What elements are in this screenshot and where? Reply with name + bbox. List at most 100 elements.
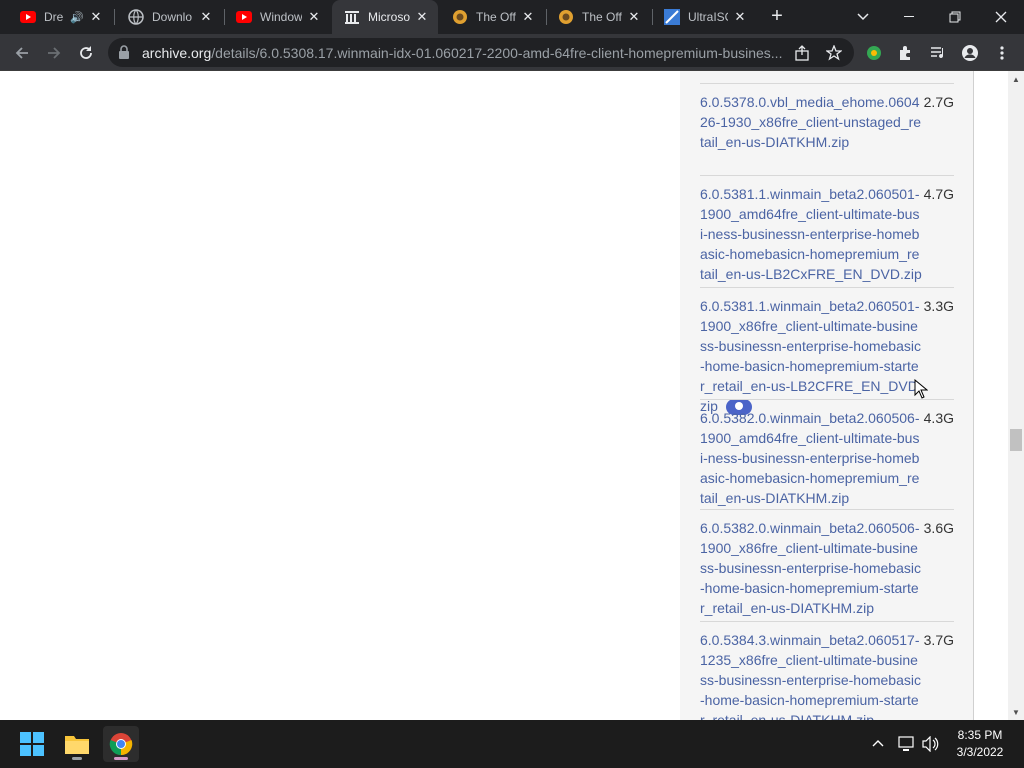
arrow-right-icon	[48, 47, 61, 59]
tab-youtube-2[interactable]: Window ✕	[224, 0, 330, 34]
close-window-button[interactable]	[978, 0, 1024, 34]
media-control-button[interactable]	[924, 39, 952, 67]
file-size: 4.3G	[923, 410, 954, 426]
file-row: 6.0.5382.0.winmain_beta2.060506-1900_amd…	[700, 399, 954, 509]
globe-icon	[128, 9, 144, 25]
file-size: 3.6G	[923, 520, 954, 536]
chrome-menu-button[interactable]	[988, 39, 1016, 67]
profile-button[interactable]	[956, 39, 984, 67]
bookmark-button[interactable]	[820, 39, 848, 67]
close-tab-icon[interactable]: ✕	[88, 9, 104, 25]
vertical-scrollbar[interactable]: ▲ ▼	[1008, 71, 1024, 720]
close-tab-icon[interactable]: ✕	[520, 9, 536, 25]
volume-button[interactable]	[922, 735, 940, 755]
folder-icon	[65, 736, 89, 754]
close-tab-icon[interactable]: ✕	[732, 9, 748, 25]
close-tab-icon[interactable]: ✕	[414, 9, 430, 25]
arrow-left-icon	[15, 47, 28, 59]
file-explorer-button[interactable]	[59, 726, 95, 762]
start-button[interactable]	[14, 726, 50, 762]
extension-colorful-icon	[867, 46, 881, 60]
scroll-down-arrow-icon[interactable]: ▼	[1008, 704, 1024, 720]
back-button[interactable]	[8, 39, 36, 67]
url-path: /details/6.0.5308.17.winmain-idx-01.0602…	[211, 45, 783, 61]
chrome-taskbar-button[interactable]	[103, 726, 139, 762]
clock-date: 3/3/2022	[956, 745, 1004, 759]
avatar-icon	[962, 45, 978, 61]
chrome-ish-icon	[558, 9, 574, 25]
tab-the-office-2[interactable]: The Off ✕	[546, 0, 650, 34]
tab-microsoft-active[interactable]: Microso ✕	[332, 0, 438, 34]
download-files-panel: 6.0.5378.0.vbl_media_ehome.0604 26-1930_…	[680, 71, 974, 720]
file-size: 3.3G	[923, 298, 954, 314]
file-size: 2.7G	[923, 94, 954, 110]
file-row: 6.0.5381.1.winmain_beta2.060501-1900_amd…	[700, 175, 954, 287]
ultraiso-icon	[664, 9, 680, 25]
close-tab-icon[interactable]: ✕	[198, 9, 214, 25]
chrome-ish-icon	[452, 9, 468, 25]
tab-title: The Off	[582, 10, 622, 24]
minimize-icon	[904, 16, 914, 17]
forward-button[interactable]	[40, 39, 68, 67]
youtube-icon	[236, 9, 252, 25]
file-link[interactable]: 6.0.5384.3.winmain_beta2.060517-1235_x86…	[700, 630, 922, 720]
reload-button[interactable]	[72, 39, 100, 67]
share-button[interactable]	[788, 39, 816, 67]
file-link[interactable]: 6.0.5382.0.winmain_beta2.060506-1900_x86…	[700, 518, 922, 618]
speaker-icon[interactable]: 🔊	[70, 11, 84, 24]
tab-ultraiso[interactable]: UltraISO ✕	[652, 0, 756, 34]
extensions-menu-button[interactable]	[892, 39, 920, 67]
file-link[interactable]: 6.0.5381.1.winmain_beta2.060501-1900_x86…	[700, 298, 922, 414]
windows-logo-icon	[20, 732, 44, 756]
file-link[interactable]: 6.0.5382.0.winmain_beta2.060506-1900_amd…	[700, 408, 922, 508]
tab-title: Dre	[44, 10, 64, 24]
tab-search-button[interactable]	[840, 0, 886, 34]
windows-taskbar: 8:35 PM 3/3/2022	[0, 720, 1024, 768]
close-tab-icon[interactable]: ✕	[626, 9, 642, 25]
speaker-icon	[922, 735, 939, 753]
active-indicator	[114, 757, 128, 760]
mouse-cursor-icon	[914, 379, 928, 399]
file-row: 6.0.5382.0.winmain_beta2.060506-1900_x86…	[700, 509, 954, 621]
running-indicator	[72, 757, 82, 760]
puzzle-icon	[900, 46, 910, 60]
kebab-menu-icon	[1000, 46, 1004, 60]
tab-title: Downlo	[152, 10, 193, 24]
chrome-icon	[109, 733, 133, 756]
tab-title: UltraISO	[688, 10, 728, 24]
browser-toolbar: archive.org/details/6.0.5308.17.winmain-…	[0, 34, 1024, 71]
reload-icon	[80, 46, 92, 59]
tab-the-office-1[interactable]: The Off ✕	[440, 0, 544, 34]
file-size: 3.7G	[923, 632, 954, 648]
share-icon	[795, 45, 809, 61]
minimize-button[interactable]	[886, 0, 932, 34]
url-text[interactable]: archive.org/details/6.0.5308.17.winmain-…	[142, 45, 786, 61]
show-hidden-icons-button[interactable]	[872, 734, 884, 750]
chevron-down-icon	[857, 13, 869, 21]
system-clock[interactable]: 8:35 PM 3/3/2022	[944, 727, 1016, 761]
file-link[interactable]: 6.0.5378.0.vbl_media_ehome.0604 26-1930_…	[700, 92, 922, 152]
network-button[interactable]	[898, 736, 916, 755]
scroll-up-arrow-icon[interactable]: ▲	[1008, 71, 1024, 87]
file-row: 6.0.5384.3.winmain_beta2.060517-1235_x86…	[700, 621, 954, 720]
tab-youtube-1[interactable]: Dre 🔊 ✕	[8, 0, 112, 34]
extension-button[interactable]	[860, 39, 888, 67]
tab-title: Window	[260, 10, 302, 24]
close-tab-icon[interactable]: ✕	[306, 9, 322, 25]
star-icon	[826, 45, 842, 61]
address-bar[interactable]: archive.org/details/6.0.5308.17.winmain-…	[108, 38, 854, 67]
lock-icon[interactable]	[118, 45, 130, 59]
tab-title: Microso	[368, 10, 410, 24]
scrollbar-thumb[interactable]	[1010, 429, 1022, 451]
chevron-up-icon	[872, 740, 884, 747]
new-tab-button[interactable]: +	[766, 5, 788, 27]
restore-button[interactable]	[932, 0, 978, 34]
file-link[interactable]: 6.0.5381.1.winmain_beta2.060501-1900_amd…	[700, 184, 922, 284]
archive-icon	[344, 9, 360, 25]
file-row: 6.0.5378.0.vbl_media_ehome.0604 26-1930_…	[700, 83, 954, 175]
tab-download[interactable]: Downlo ✕	[116, 0, 222, 34]
close-icon	[995, 11, 1007, 23]
playlist-icon	[931, 47, 944, 59]
clock-time: 8:35 PM	[957, 728, 1003, 742]
file-size: 4.7G	[923, 186, 954, 202]
